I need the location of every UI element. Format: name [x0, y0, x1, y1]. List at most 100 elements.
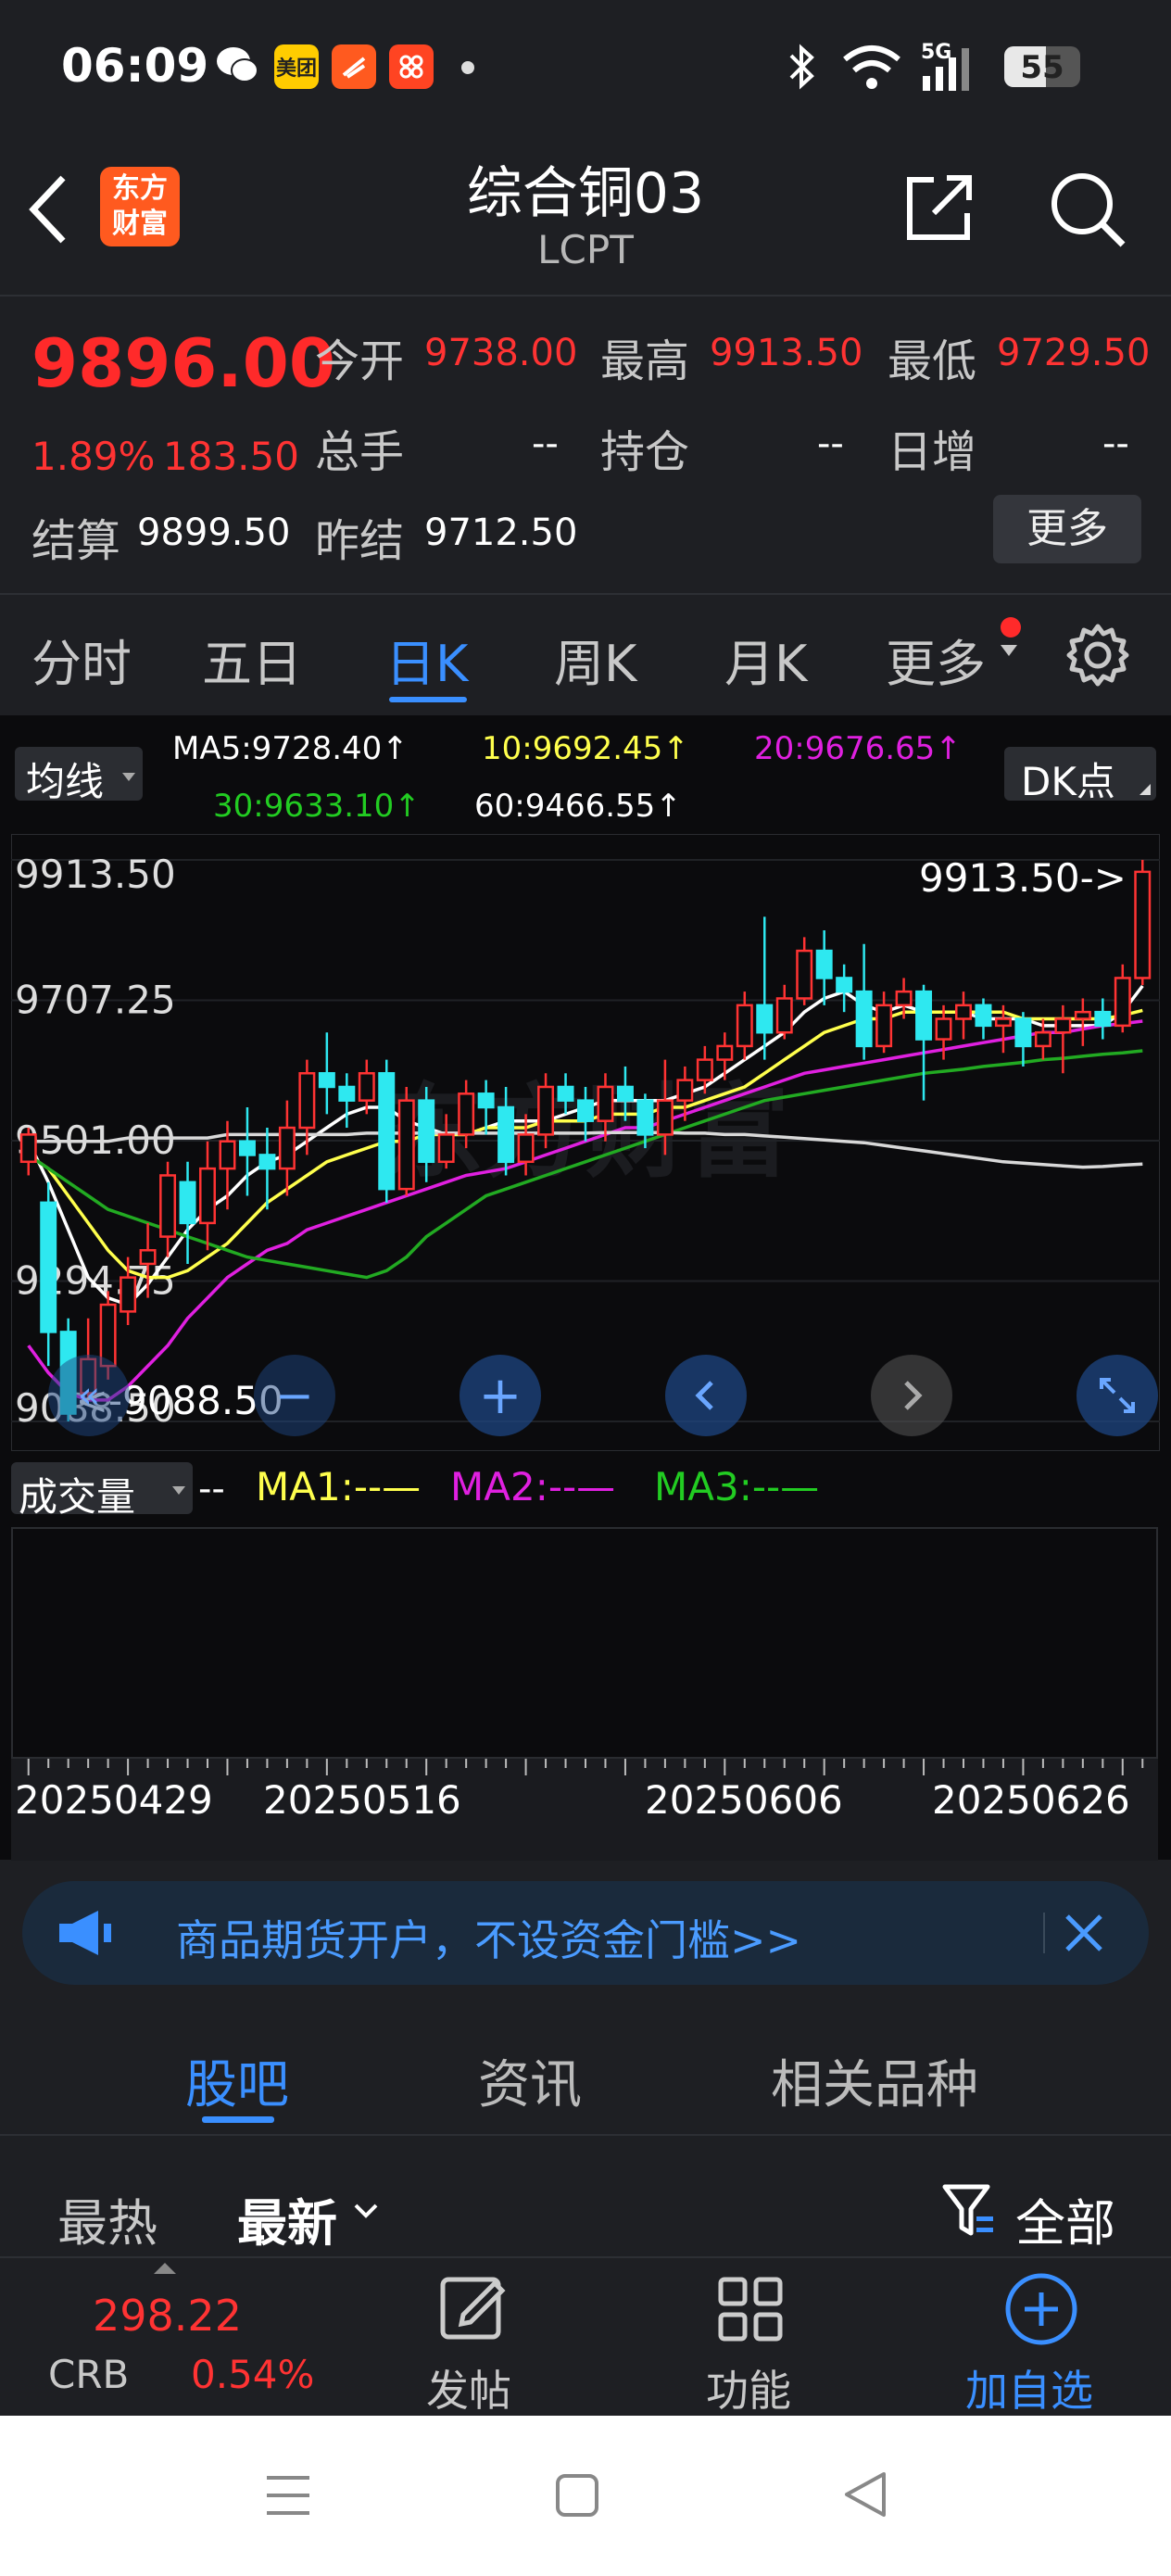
dk-button[interactable]: DK点: [1004, 747, 1156, 804]
dot-icon: [461, 61, 474, 74]
tab-news[interactable]: 资讯: [478, 2043, 582, 2118]
tab-five-day[interactable]: 五日: [202, 623, 302, 696]
zoom-in-button[interactable]: +: [460, 1355, 541, 1436]
candle-body: [736, 1004, 753, 1048]
add-watchlist-label: 加自选: [965, 2366, 1093, 2416]
volume-panel: [11, 1527, 1158, 1759]
scroll-left-fast-button[interactable]: «: [48, 1355, 130, 1436]
scroll-right-button[interactable]: [871, 1355, 952, 1436]
x-tick-label-1: 20250429: [15, 1777, 213, 1823]
volume-select-label: 成交量: [19, 1474, 136, 1520]
ma-select[interactable]: 均线: [15, 747, 143, 804]
last-price: 9896.00: [31, 324, 335, 402]
candle-body: [895, 990, 913, 1007]
sort-chevron-icon: [352, 2202, 380, 2224]
ma20-legend: 20:9676.65↑: [754, 730, 962, 767]
y-tick-label: 9707.25: [15, 978, 176, 1023]
candle-body: [636, 1099, 654, 1136]
add-watchlist-button[interactable]: 加自选: [951, 2261, 1136, 2416]
candle: [1134, 860, 1152, 986]
low-value: 9729.50: [997, 332, 1151, 374]
back-nav-icon[interactable]: [839, 2469, 891, 2524]
ad-divider: [1043, 1913, 1045, 1953]
candle-body: [199, 1167, 216, 1225]
candle-body: [1074, 1010, 1091, 1020]
candle-body: [836, 977, 853, 993]
post-label: 发帖: [426, 2366, 511, 2416]
volume-select-arrow-icon: [172, 1486, 185, 1495]
home-nav-icon[interactable]: [554, 2472, 600, 2522]
candle-body: [497, 1105, 515, 1164]
candle-body: [477, 1092, 495, 1109]
more-button[interactable]: 更多: [993, 495, 1141, 563]
candle-body: [656, 1099, 674, 1136]
x-axis-ticks: [27, 1759, 1144, 1775]
candle-body: [1034, 1030, 1051, 1048]
candle-body: [1114, 977, 1131, 1028]
scroll-left-button[interactable]: [665, 1355, 747, 1436]
menu-nav-icon[interactable]: [263, 2470, 313, 2524]
candle-body: [955, 1004, 972, 1020]
candle-body: [716, 1044, 734, 1061]
ma-select-arrow-icon: [122, 773, 135, 781]
x-tick-label-3: 20250606: [645, 1777, 843, 1823]
page-title: 综合铜03: [466, 161, 705, 226]
crb-index-pct[interactable]: 0.54%: [191, 2352, 314, 2397]
tab-more[interactable]: 更多: [886, 623, 986, 696]
candle-body: [1054, 1017, 1072, 1034]
candle-body: [418, 1099, 435, 1164]
candle-body: [915, 990, 933, 1041]
dk-corner-icon: [1140, 784, 1151, 795]
ad-text[interactable]: 商品期货开户，不设资金门槛>>: [176, 1907, 801, 1968]
x-tick-label-2: 20250516: [263, 1777, 461, 1823]
volume-value: --: [532, 423, 559, 465]
candle-body: [1094, 1010, 1112, 1028]
candle-body: [815, 949, 833, 979]
sort-latest[interactable]: 最新: [237, 2182, 337, 2255]
post-button[interactable]: 发帖: [408, 2261, 537, 2416]
settings-gear-icon[interactable]: [1065, 623, 1130, 691]
volume-value-label: --: [198, 1468, 225, 1510]
tab-related[interactable]: 相关品种: [771, 2043, 978, 2118]
candle-body: [40, 1201, 57, 1333]
function-button[interactable]: 功能: [686, 2261, 815, 2416]
app-icon-red: [389, 44, 434, 89]
tab-weekly-k[interactable]: 周K: [554, 623, 636, 696]
dk-button-label: DK点: [1021, 759, 1115, 804]
low-label: 最低: [888, 335, 977, 387]
volume-select[interactable]: 成交量: [11, 1462, 193, 1520]
wifi-icon: [841, 43, 902, 95]
vol-ma3-text: MA3:--: [654, 1464, 781, 1509]
tab-monthly-k[interactable]: 月K: [724, 623, 807, 696]
sort-hot[interactable]: 最热: [57, 2182, 157, 2255]
vol-ma1-text: MA1:--: [256, 1464, 383, 1509]
search-icon[interactable]: [1047, 169, 1127, 252]
tab-guba[interactable]: 股吧: [185, 2043, 289, 2118]
candle-body: [358, 1072, 375, 1102]
candle-body: [258, 1154, 276, 1170]
candle: [397, 1086, 415, 1196]
candle-body: [537, 1085, 555, 1136]
daily-inc-value: --: [1102, 423, 1129, 465]
filter-icon[interactable]: [941, 2181, 997, 2242]
ma5-legend: MA5:9728.40↑: [172, 730, 409, 767]
high-value: 9913.50: [710, 332, 863, 374]
app-icon-orange: [332, 44, 376, 89]
open-value: 9738.00: [424, 332, 578, 374]
filter-all[interactable]: 全部: [1015, 2182, 1115, 2255]
ma30-legend: 30:9633.10↑: [213, 788, 421, 825]
zoom-out-button[interactable]: −: [254, 1355, 335, 1436]
candle-body: [597, 1085, 614, 1122]
tab-intraday[interactable]: 分时: [31, 623, 132, 696]
candle-body: [458, 1092, 475, 1136]
candle-body: [219, 1140, 236, 1170]
ad-close-icon[interactable]: [1062, 1911, 1106, 1959]
candlestick-chart[interactable]: 东方财富9913.509707.259501.009294.759088.509…: [11, 834, 1160, 1451]
crb-index-name[interactable]: CRB: [48, 2352, 129, 2397]
fullscreen-button[interactable]: [1077, 1355, 1158, 1436]
share-icon[interactable]: [902, 170, 976, 248]
daily-inc-label: 日增: [888, 426, 977, 478]
change-amount: 183.50: [163, 434, 299, 479]
crb-index-value[interactable]: 298.22: [93, 2291, 242, 2341]
tab-daily-k[interactable]: 日K: [385, 623, 468, 696]
